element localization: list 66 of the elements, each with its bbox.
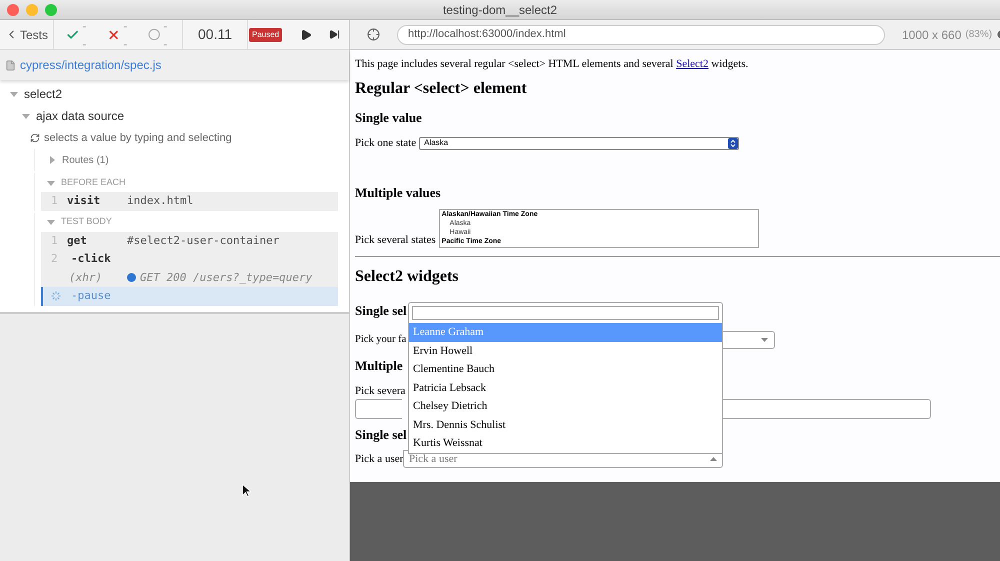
circle-icon — [148, 27, 160, 42]
section-heading: Regular <select> element — [355, 78, 528, 98]
subsection-heading: Multiple — [355, 357, 403, 376]
minimize-window-button[interactable] — [26, 4, 38, 16]
stat-count: -- — [82, 18, 88, 52]
favorite-select[interactable] — [723, 331, 775, 349]
section-heading: Select2 widgets — [355, 267, 460, 287]
stepper-icon — [728, 138, 738, 148]
dropdown-option[interactable]: Clementine Bauch — [409, 360, 722, 378]
subsection-heading: Multiple values — [355, 184, 442, 202]
search-field[interactable] — [412, 306, 719, 320]
field-label: Pick severa — [355, 384, 406, 398]
command-name: -pause — [70, 288, 112, 304]
dropdown-option[interactable]: Mrs. Dennis Schulist — [409, 416, 722, 434]
caret-down-icon[interactable] — [10, 90, 18, 98]
test-title[interactable]: selects a value by typing and selecting — [44, 130, 232, 146]
back-button[interactable]: Tests — [0, 20, 54, 49]
field-label: Pick a user — [355, 452, 403, 467]
subsection-heading: Single sel — [355, 302, 407, 320]
zoom-window-button[interactable] — [45, 4, 57, 16]
command-message: #select2-user-container — [127, 232, 280, 248]
command-message: GET 200 /users?_type=query — [140, 270, 312, 286]
scale-percent: (83%) — [965, 28, 992, 42]
suite-title[interactable]: select2 — [24, 85, 62, 103]
dropdown-option[interactable]: Ervin Howell — [409, 342, 722, 360]
field-label: Pick several states — [355, 232, 436, 248]
caret-right-icon[interactable] — [48, 156, 56, 164]
stat-count: -- — [163, 18, 168, 52]
state-select[interactable]: Alaska — [419, 136, 740, 150]
routes-toggle[interactable]: Routes (1) — [62, 152, 109, 168]
mouse-cursor-icon — [242, 484, 251, 496]
dropdown-arrow-icon — [761, 338, 768, 342]
play-icon — [300, 28, 312, 40]
stat-count: -- — [123, 18, 128, 52]
command-name: visit — [67, 193, 102, 209]
caret-down-icon[interactable] — [47, 218, 55, 226]
refresh-icon — [30, 133, 40, 143]
field-label: Pick one state — [355, 136, 416, 151]
caret-down-icon[interactable] — [47, 178, 55, 186]
command-name: (xhr) — [68, 270, 104, 286]
dropdown-option[interactable]: Chelsey Dietrich — [409, 397, 722, 416]
dropdown-option[interactable]: Kurtis Weissnat — [409, 434, 722, 452]
select2-link[interactable]: Select2 — [676, 58, 708, 70]
url-field[interactable]: http://localhost:63000/index.html — [397, 24, 885, 44]
dropdown-arrow-icon — [710, 457, 717, 461]
command-name: get — [67, 232, 88, 248]
multi-select-field[interactable] — [355, 399, 402, 419]
command-message: index.html — [127, 193, 194, 209]
multi-select-field[interactable] — [722, 399, 931, 419]
duration: 00.11 — [183, 20, 248, 49]
dropdown-option[interactable]: Patricia Lebsack — [409, 378, 722, 397]
subsection-heading: Single sel — [355, 426, 407, 444]
subsection-heading: Single value — [355, 108, 423, 127]
command-name: -click — [70, 251, 112, 267]
intro-text: This page includes several regular <select> HTML elements and several Select2 widgets. — [355, 57, 750, 72]
window-title: testing-dom__select2 — [442, 2, 558, 18]
close-window-button[interactable] — [7, 4, 19, 16]
skip-forward-icon — [329, 29, 340, 40]
suite-title[interactable]: ajax data source — [36, 107, 124, 125]
spec-link[interactable]: cypress/integration/spec.js — [20, 56, 162, 74]
selector-playground-icon[interactable] — [367, 28, 380, 41]
file-icon — [5, 60, 16, 70]
caret-down-icon[interactable] — [22, 112, 30, 120]
viewport-size: 1000 x 660 — [902, 26, 962, 44]
spinner-icon — [51, 291, 61, 302]
status-badge: Paused — [249, 28, 282, 42]
